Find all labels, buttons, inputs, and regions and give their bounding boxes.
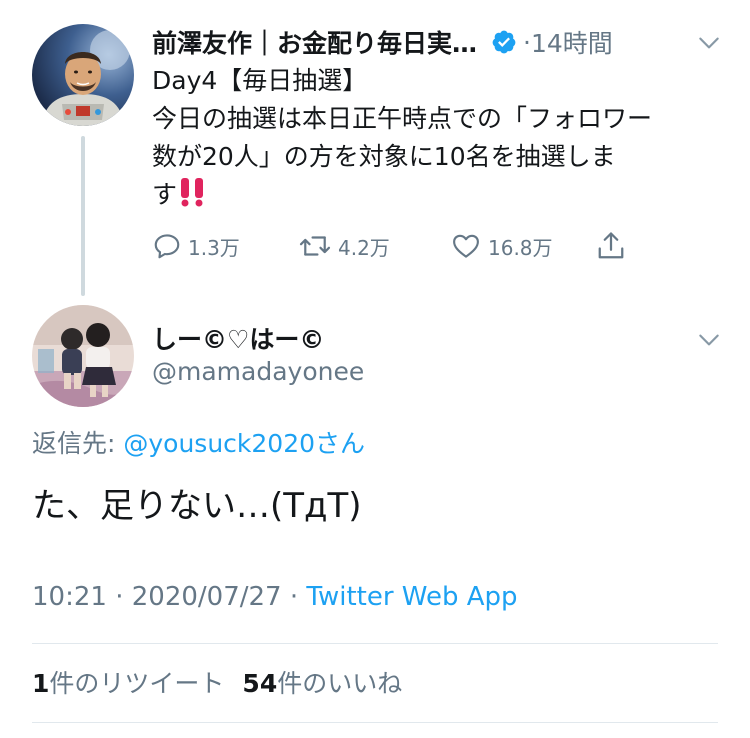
- replying-to-line: 返信先: @yousuck2020さん: [32, 424, 365, 460]
- tweet-source-link[interactable]: Twitter Web App: [306, 582, 517, 612]
- replying-to-label: 返信先:: [32, 429, 124, 458]
- divider: [32, 643, 718, 644]
- reply-author-name[interactable]: しー©♡はー©: [152, 320, 324, 356]
- likes-count: 54: [242, 669, 278, 698]
- tweet-date[interactable]: 2020/07/27: [132, 582, 282, 612]
- retweet-icon: [299, 236, 331, 256]
- meta-separator: ·: [281, 582, 307, 612]
- reply-author-avatar[interactable]: [32, 305, 134, 407]
- retweets-count: 1: [32, 669, 50, 698]
- reply-author-handle[interactable]: @mamadayonee: [152, 357, 364, 386]
- parent-text-line: 数が20人」の方を対象に10名を抽選しま: [152, 142, 616, 171]
- tweet-stats: 1件のリツイート 54件のいいね: [32, 664, 402, 700]
- like-count: 16.8万: [488, 235, 553, 260]
- like-button[interactable]: 16.8万: [450, 226, 553, 266]
- meta-separator: ·: [106, 582, 132, 612]
- divider: [32, 722, 718, 723]
- reply-button[interactable]: 1.3万: [152, 226, 240, 266]
- share-icon: [598, 232, 624, 259]
- reply-count: 1.3万: [188, 235, 240, 260]
- parent-tweet-header: 前澤友作｜お金配り毎日実… · 14時間: [152, 22, 722, 62]
- share-button[interactable]: [596, 226, 632, 266]
- tweet-meta-line: 10:21 · 2020/07/27 · Twitter Web App: [32, 582, 518, 612]
- chevron-down-icon[interactable]: [696, 327, 722, 353]
- verified-badge-icon: [492, 30, 516, 54]
- reply-icon: [154, 234, 180, 259]
- parent-text-line: 今日の抽選は本日正午時点での「フォロワー: [152, 104, 653, 133]
- reply-tweet-text: た、足りない…(TдT): [32, 486, 362, 526]
- parent-tweet-time[interactable]: 14時間: [531, 24, 613, 60]
- retweets-stat[interactable]: 1件のリツイート: [32, 669, 224, 698]
- double-exclamation-icon: [181, 178, 204, 207]
- parent-text-line-last: す: [152, 176, 727, 214]
- parent-text-line: す: [152, 180, 178, 209]
- heart-icon: [453, 234, 479, 258]
- retweet-count: 4.2万: [338, 235, 390, 260]
- parent-author-avatar[interactable]: [32, 24, 134, 126]
- likes-stat[interactable]: 54件のいいね: [242, 669, 402, 698]
- chevron-down-icon[interactable]: [696, 30, 722, 56]
- tweet-action-bar: 1.3万 4.2万 16.8万: [152, 226, 642, 266]
- parent-author-name[interactable]: 前澤友作｜お金配り毎日実…: [152, 24, 477, 60]
- retweets-label: 件のリツイート: [49, 669, 225, 698]
- thread-connector-line: [81, 136, 85, 296]
- tweet-time[interactable]: 10:21: [32, 582, 107, 612]
- header-separator-dot: ·: [523, 27, 531, 57]
- retweet-button[interactable]: 4.2万: [298, 226, 390, 266]
- parent-text-line: Day4【毎日抽選】: [152, 66, 368, 95]
- replying-to-user-link[interactable]: @yousuck2020さん: [123, 429, 365, 458]
- likes-label: 件のいいね: [277, 669, 403, 698]
- parent-tweet-text: Day4【毎日抽選】 今日の抽選は本日正午時点での「フォロワー 数が20人」の方…: [152, 62, 727, 214]
